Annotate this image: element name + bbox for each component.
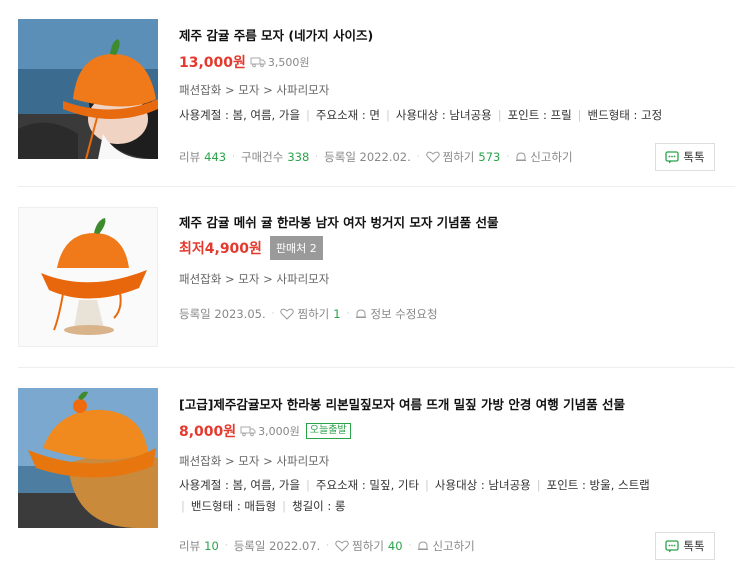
edit-request-button[interactable]: 정보 수정요청 <box>370 306 437 322</box>
shipping-fee-value: 3,500원 <box>267 56 310 69</box>
price-row: 8,000원 3,000원 오늘출발 <box>179 421 351 441</box>
breadcrumb: 패션잡화 > 모자 > 사파리모자 <box>179 83 330 97</box>
product-item: 제주 감귤 주름 모자 (네가지 사이즈) 13,000원 3,500원 패션잡… <box>0 0 735 186</box>
breadcrumb: 패션잡화 > 모자 > 사파리모자 <box>179 272 330 286</box>
attribute-list: 사용계절 : 봄, 여름, 가을 | 주요소재 : 밀짚, 기타 | 사용대상 : 남녀… <box>179 478 650 492</box>
hat-photo-image <box>19 208 157 346</box>
purchase-label: 구매건수 <box>241 150 284 164</box>
hat-photo-image <box>18 388 158 528</box>
attribute: 주요소재 : 밀짚, 기타 <box>315 478 420 492</box>
price-row: 최저4,900원 판매처 2 <box>179 236 323 260</box>
product-title[interactable]: 제주 감귤 메쉬 귤 한라봉 남자 여자 벙거지 모자 기념품 선물 <box>179 212 499 231</box>
talk-label: 톡톡 <box>683 539 705 553</box>
truck-icon <box>250 57 266 68</box>
attribute: 포인트 : 방울, 스트랩 <box>546 478 650 492</box>
category-link[interactable]: 모자 <box>238 83 259 97</box>
truck-icon <box>240 426 256 437</box>
category-link[interactable]: 패션잡화 <box>179 272 221 286</box>
bell-icon[interactable] <box>355 308 367 320</box>
attribute: 밴드형태 : 매듭형 <box>190 499 277 513</box>
attribute: 사용계절 : 봄, 여름, 가을 <box>179 108 301 122</box>
heart-icon[interactable] <box>280 308 295 320</box>
bell-icon[interactable] <box>417 540 429 552</box>
price: 8,000원 <box>179 424 237 440</box>
register-date: 등록일 2022.07. <box>233 539 321 553</box>
meta-row: 등록일 2023.05. · 찜하기 1 · 정보 수정요청 <box>179 306 438 322</box>
bell-icon[interactable] <box>515 151 527 163</box>
category-link[interactable]: 사파리모자 <box>276 272 329 286</box>
wish-count: 1 <box>333 307 341 321</box>
product-item: [고급]제주감귤모자 한라봉 리본밀짚모자 여름 뜨개 밀짚 가방 안경 여행 … <box>0 368 735 572</box>
report-button[interactable]: 신고하기 <box>432 538 474 554</box>
today-shipping-badge: 오늘출발 <box>305 423 351 439</box>
talk-button[interactable]: 톡톡 <box>655 532 715 560</box>
attribute: 사용계절 : 봄, 여름, 가을 <box>179 478 301 492</box>
seller-count-badge[interactable]: 판매처 2 <box>269 236 323 260</box>
category-link[interactable]: 사파리모자 <box>276 454 329 468</box>
price: 최저4,900원 <box>179 241 262 257</box>
meta-row: 리뷰 10 · 등록일 2022.07. · 찜하기 40 · 신고하기 <box>179 538 475 554</box>
attribute: 사용대상 : 남녀공용 <box>395 108 492 122</box>
attribute-list: 사용계절 : 봄, 여름, 가을 | 주요소재 : 면 | 사용대상 : 남녀공용 | 포인… <box>179 108 663 122</box>
attribute-list: | 밴드형태 : 매듭형 | 챙길이 : 롱 <box>181 499 346 513</box>
price-row: 13,000원 3,500원 <box>179 52 310 72</box>
chat-icon <box>665 539 680 552</box>
attribute: 밴드형태 : 고정 <box>587 108 663 122</box>
product-title[interactable]: [고급]제주감귤모자 한라봉 리본밀짚모자 여름 뜨개 밀짚 가방 안경 여행 … <box>179 394 625 413</box>
shipping-fee: 3,500원 <box>250 54 310 70</box>
review-label[interactable]: 리뷰 <box>179 149 200 165</box>
attribute: 챙길이 : 롱 <box>292 499 346 513</box>
chat-icon <box>665 150 680 163</box>
wish-button[interactable]: 찜하기 <box>297 306 329 322</box>
register-date: 등록일 2022.02. <box>324 150 411 164</box>
breadcrumb: 패션잡화 > 모자 > 사파리모자 <box>179 454 330 468</box>
category-link[interactable]: 모자 <box>238 454 259 468</box>
attribute: 포인트 : 프릴 <box>507 108 572 122</box>
shipping-fee: 3,000원 <box>240 423 300 439</box>
meta-row: 리뷰 443 · 구매건수 338 · 등록일 2022.02. · 찜하기 5… <box>179 149 573 165</box>
product-title[interactable]: 제주 감귤 주름 모자 (네가지 사이즈) <box>179 25 373 44</box>
report-button[interactable]: 신고하기 <box>530 149 572 165</box>
talk-label: 톡톡 <box>683 150 705 164</box>
talk-button[interactable]: 톡톡 <box>655 143 715 171</box>
attribute: 사용대상 : 남녀공용 <box>434 478 531 492</box>
heart-icon[interactable] <box>425 151 440 163</box>
product-image[interactable] <box>18 207 158 347</box>
review-label[interactable]: 리뷰 <box>179 538 200 554</box>
category-link[interactable]: 모자 <box>238 272 259 286</box>
register-date: 등록일 2023.05. <box>179 307 266 321</box>
attribute: 주요소재 : 면 <box>315 108 380 122</box>
product-image[interactable] <box>18 19 158 159</box>
heart-icon[interactable] <box>335 540 349 552</box>
product-item: 제주 감귤 메쉬 귤 한라봉 남자 여자 벙거지 모자 기념품 선물 최저4,9… <box>0 187 735 367</box>
review-count[interactable]: 443 <box>204 150 226 164</box>
purchase-count: 338 <box>287 150 310 164</box>
hat-photo-image <box>18 19 158 159</box>
wish-count: 573 <box>478 150 501 164</box>
wish-count: 40 <box>387 539 403 553</box>
price: 13,000원 <box>179 55 246 71</box>
category-link[interactable]: 사파리모자 <box>276 83 329 97</box>
review-count[interactable]: 10 <box>204 539 219 553</box>
wish-button[interactable]: 찜하기 <box>352 538 384 554</box>
wish-button[interactable]: 찜하기 <box>443 149 475 165</box>
category-link[interactable]: 패션잡화 <box>179 83 221 97</box>
product-image[interactable] <box>18 388 158 528</box>
category-link[interactable]: 패션잡화 <box>179 454 221 468</box>
shipping-fee-value: 3,000원 <box>258 425 300 438</box>
